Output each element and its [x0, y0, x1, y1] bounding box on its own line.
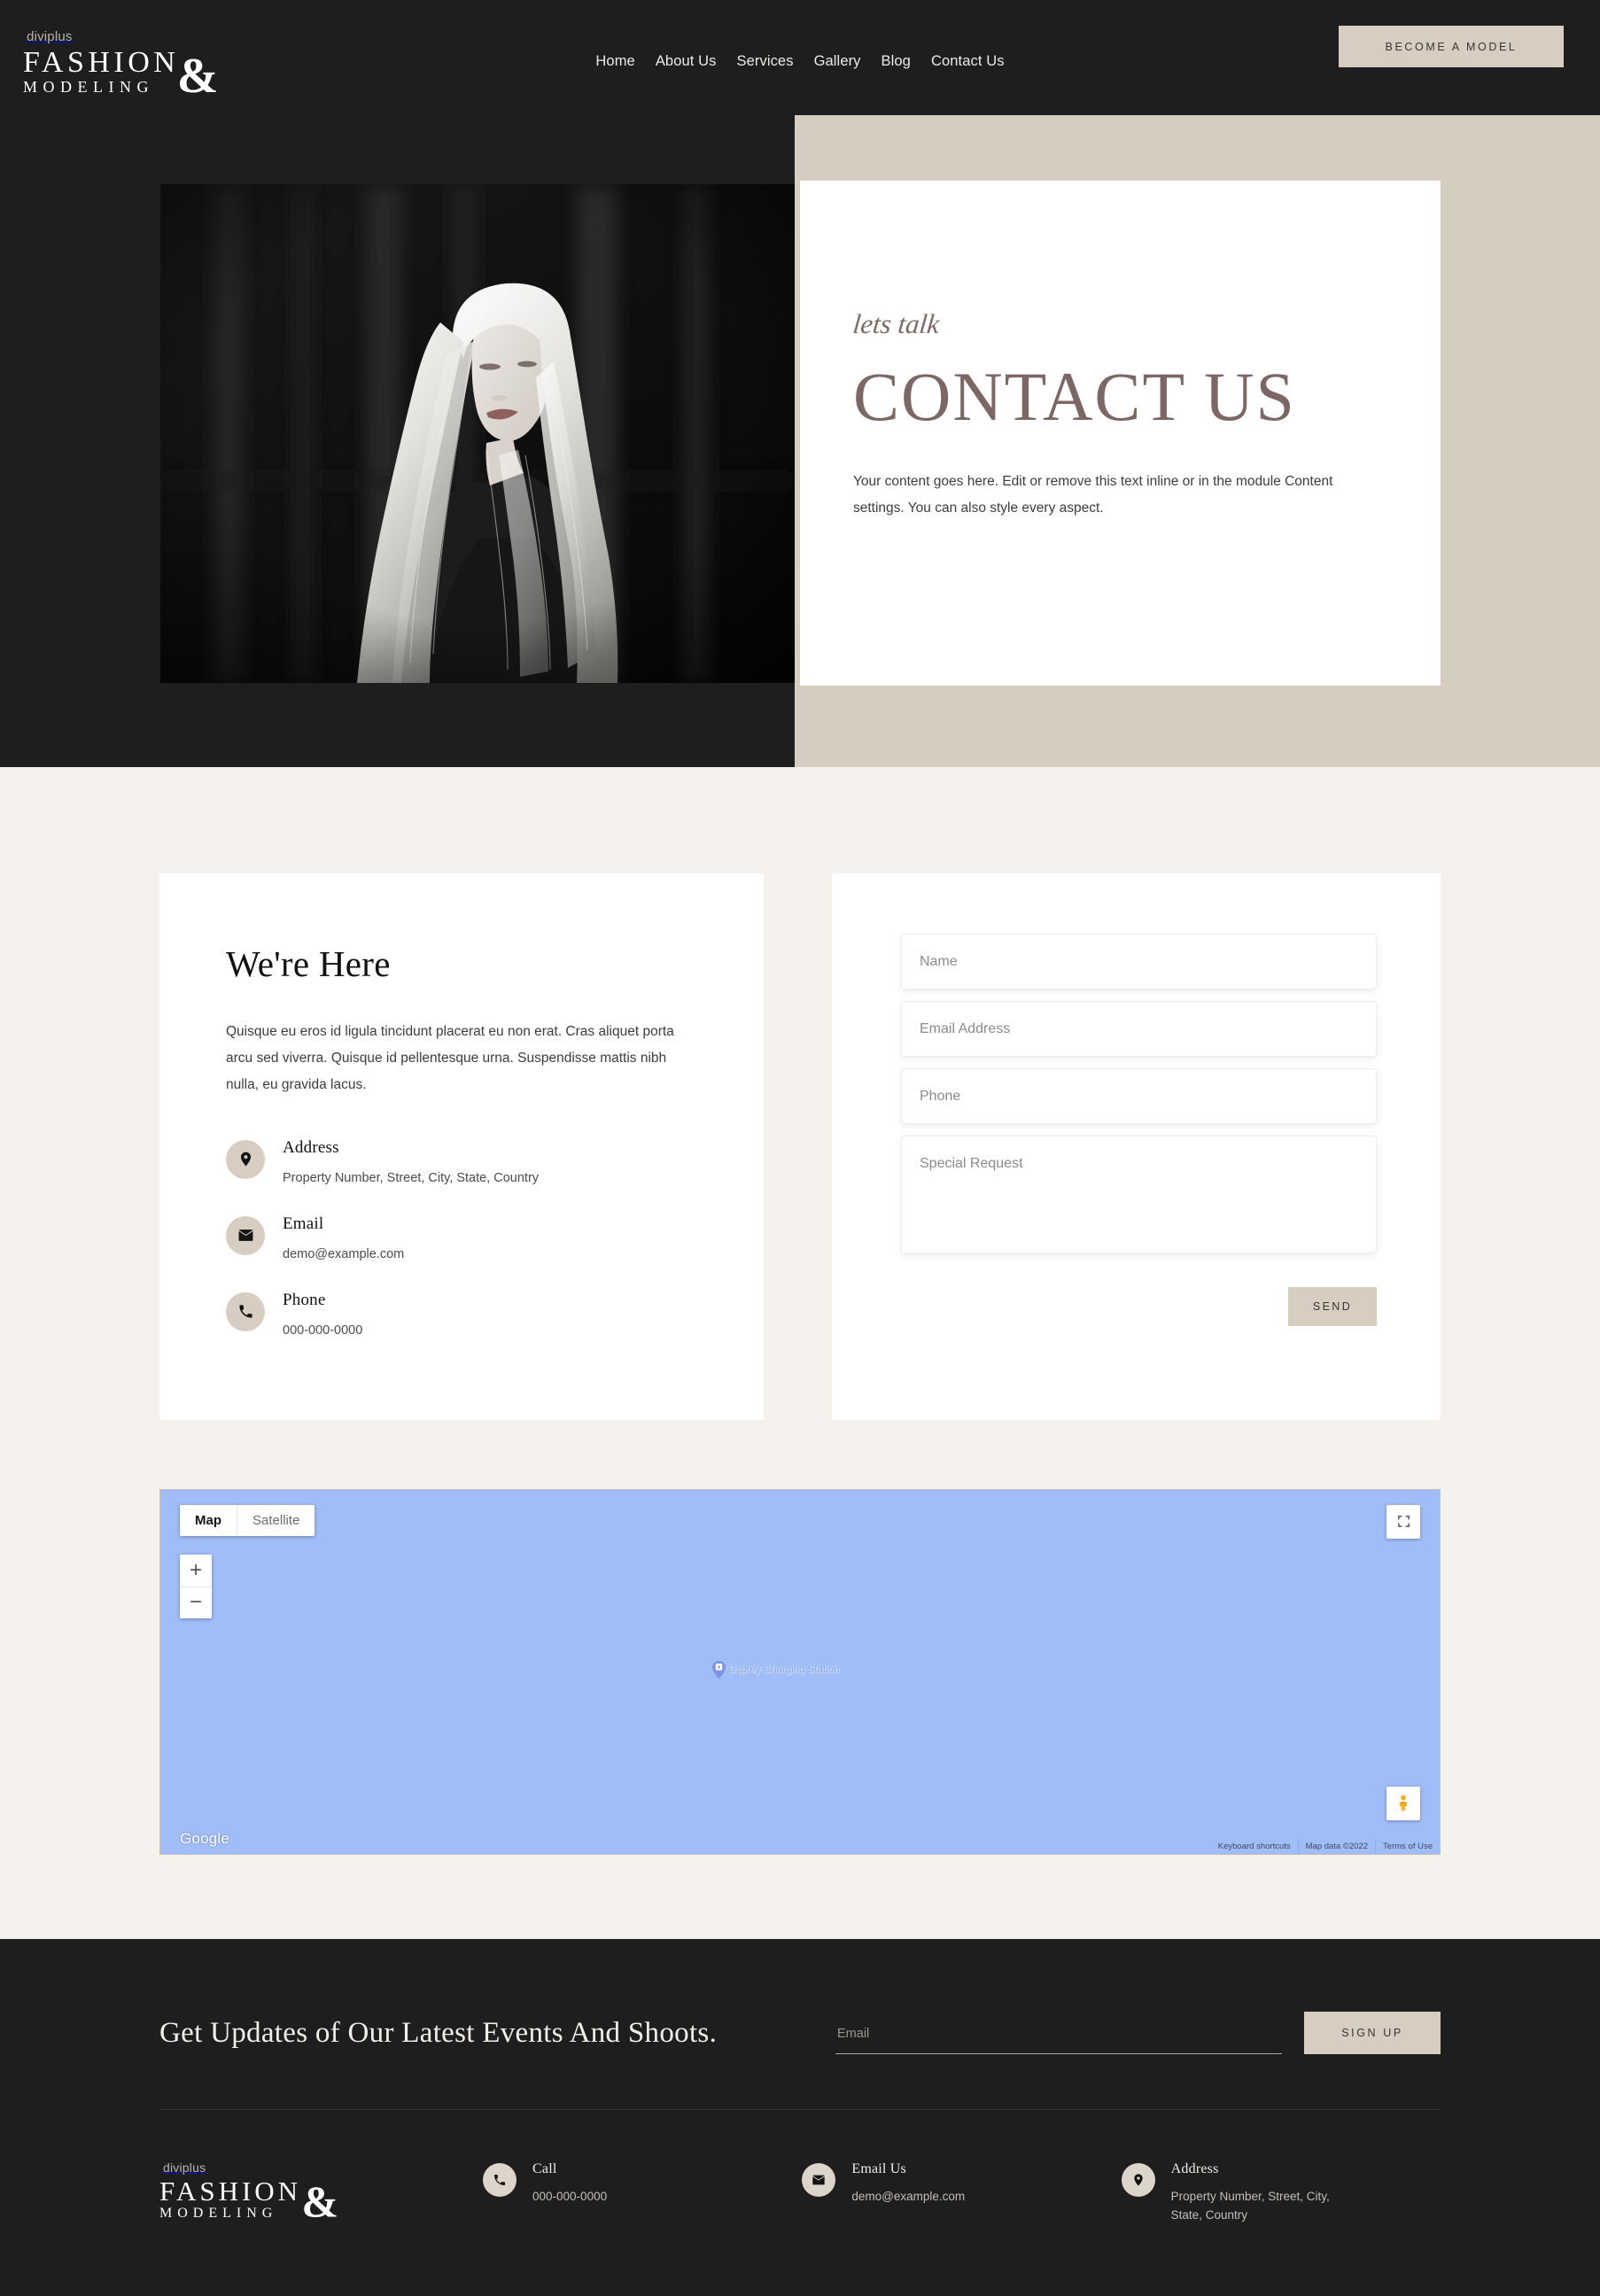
contact-detail-email: Email demo@example.com	[226, 1214, 702, 1266]
map-zoom-controls: + −	[180, 1554, 212, 1618]
phone-icon	[226, 1292, 265, 1331]
map-fullscreen-icon[interactable]	[1386, 1504, 1420, 1539]
map-pin-icon	[226, 1139, 265, 1179]
map-marker[interactable]: Osprey Charging Station	[711, 1661, 840, 1679]
footer-contact-value: Property Number, Street, City, State, Co…	[1170, 2189, 1330, 2222]
contact-cards-row: We're Here Quisque eu eros id ligula tin…	[159, 873, 1441, 1420]
form-actions: SEND	[901, 1287, 1377, 1326]
map-data-copyright: Map data ©2022	[1297, 1838, 1375, 1854]
contact-section: We're Here Quisque eu eros id ligula tin…	[0, 767, 1600, 1939]
name-input[interactable]	[901, 934, 1377, 989]
sign-up-button[interactable]: SIGN UP	[1304, 2011, 1441, 2054]
map-type-satellite-button[interactable]: Satellite	[237, 1504, 315, 1536]
contact-detail-label: Email	[283, 1214, 324, 1233]
nav-item-blog[interactable]: Blog	[882, 53, 911, 70]
nav-item-contact-us[interactable]: Contact Us	[931, 53, 1005, 70]
footer-brand-wordmark: FASHION MODELING &	[159, 2175, 338, 2223]
footer-bottom: diviplus FASHION MODELING & Call 000-000…	[159, 2110, 1441, 2296]
phone-input[interactable]	[901, 1068, 1377, 1124]
map-keyboard-shortcuts-link[interactable]: Keyboard shortcuts	[1211, 1839, 1298, 1854]
contact-detail-value: demo@example.com	[283, 1247, 405, 1262]
phone-icon	[483, 2162, 517, 2197]
contact-form: SEND	[901, 934, 1377, 1326]
map-pin-icon	[1121, 2162, 1155, 2197]
footer-contact-label: Call	[532, 2160, 557, 2176]
become-a-model-button[interactable]: BECOME A MODEL	[1339, 26, 1564, 67]
footer-contact-value: demo@example.com	[851, 2189, 966, 2203]
hero-content-card: lets talk CONTACT US Your content goes h…	[800, 181, 1441, 686]
footer-contact-call: Call 000-000-0000	[483, 2161, 802, 2207]
contact-detail-address: Address Property Number, Street, City, S…	[226, 1138, 702, 1190]
footer-brand-line-fashion: FASHION	[159, 2175, 302, 2207]
contact-detail-phone: Phone 000-000-0000	[226, 1291, 702, 1342]
map-attribution: Keyboard shortcuts Map data ©2022 Terms …	[1211, 1838, 1440, 1854]
hero-script-text: lets talk	[851, 308, 942, 339]
contact-detail-value: 000-000-0000	[283, 1323, 363, 1338]
contact-detail-label: Phone	[283, 1290, 326, 1309]
page-title: CONTACT US	[853, 358, 1296, 435]
info-card-title: We're Here	[226, 943, 391, 984]
newsletter-email-input[interactable]	[835, 2026, 1282, 2054]
newsletter-section: Get Updates of Our Latest Events And Sho…	[159, 2011, 1441, 2109]
footer-contact-value: 000-000-0000	[532, 2189, 608, 2203]
footer-brand-line-modeling: MODELING	[159, 2205, 278, 2221]
contact-detail-value: Property Number, Street, City, State, Co…	[283, 1171, 540, 1186]
brand-ampersand: &	[176, 48, 219, 104]
map-zoom-out-button[interactable]: −	[180, 1586, 212, 1618]
footer-contact-label: Address	[1170, 2160, 1219, 2176]
footer-contact-label: Email Us	[851, 2160, 906, 2176]
nav-item-about-us[interactable]: About Us	[656, 53, 717, 70]
info-card: We're Here Quisque eu eros id ligula tin…	[159, 873, 764, 1420]
contact-form-card: SEND	[832, 873, 1441, 1420]
hero-section: lets talk CONTACT US Your content goes h…	[0, 115, 1600, 767]
footer-brand-ampersand: &	[301, 2176, 339, 2226]
map-type-switch: Map Satellite	[180, 1504, 315, 1536]
brand-line-fashion: FASHION	[23, 46, 180, 79]
footer-brand-logo[interactable]: diviplus FASHION MODELING &	[159, 2160, 483, 2223]
site-header: diviplus FASHION MODELING & Home About U…	[0, 0, 1600, 115]
map-marker-label: Osprey Charging Station	[727, 1664, 840, 1676]
hero-model-photo	[160, 184, 795, 683]
email-input[interactable]	[901, 1001, 1377, 1057]
newsletter-title: Get Updates of Our Latest Events And Sho…	[159, 2016, 718, 2049]
newsletter-form: SIGN UP	[835, 2011, 1441, 2054]
footer-brand-eyebrow: diviplus	[163, 2160, 206, 2175]
map-embed[interactable]: Map Satellite + − Osprey Charging Statio…	[159, 1488, 1441, 1855]
nav-item-gallery[interactable]: Gallery	[814, 53, 861, 70]
map-zoom-in-button[interactable]: +	[180, 1555, 212, 1586]
envelope-icon	[226, 1215, 265, 1255]
brand-eyebrow: diviplus	[27, 29, 73, 44]
footer-contact-email: Email Us demo@example.com	[802, 2161, 1121, 2207]
envelope-icon	[802, 2162, 836, 2197]
nav-item-home[interactable]: Home	[595, 53, 634, 70]
site-footer: Get Updates of Our Latest Events And Sho…	[0, 1938, 1600, 2296]
map-terms-of-use-link[interactable]: Terms of Use	[1375, 1838, 1440, 1854]
hero-body-text: Your content goes here. Edit or remove t…	[853, 473, 1333, 516]
info-card-description: Quisque eu eros id ligula tincidunt plac…	[226, 1024, 674, 1093]
special-request-textarea[interactable]	[901, 1136, 1377, 1253]
footer-contact-address: Address Property Number, Street, City, S…	[1121, 2160, 1441, 2225]
brand-line-modeling: MODELING	[23, 78, 154, 96]
map-marker-pin-icon	[711, 1661, 726, 1679]
contact-details-list: Address Property Number, Street, City, S…	[226, 1138, 702, 1342]
main-navigation: Home About Us Services Gallery Blog Cont…	[595, 53, 1004, 70]
nav-item-services[interactable]: Services	[736, 53, 793, 70]
send-button[interactable]: SEND	[1288, 1287, 1377, 1326]
brand-wordmark: FASHION MODELING &	[23, 46, 218, 101]
google-logo: Google	[180, 1829, 230, 1847]
contact-detail-label: Address	[283, 1137, 339, 1157]
brand-logo[interactable]: diviplus FASHION MODELING &	[23, 29, 218, 101]
map-street-view-pegman-icon[interactable]	[1386, 1786, 1420, 1820]
map-type-map-button[interactable]: Map	[180, 1504, 237, 1536]
